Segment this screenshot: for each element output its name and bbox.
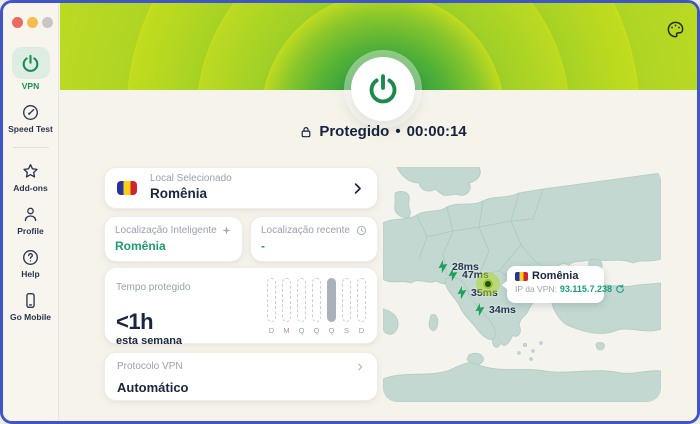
question-icon [21,247,41,267]
sidebar-item-add-ons[interactable]: Add-ons [13,161,47,193]
close-button[interactable] [12,17,23,28]
vpn-ip-value: 93.115.7.238 [560,284,612,294]
sidebar-nav: VPN Speed Test Add-ons Profile [3,47,58,333]
sidebar-item-label: Help [21,269,39,279]
sidebar-item-label: Speed Test [8,124,53,134]
lightning-icon [455,285,469,300]
bar-empty [267,278,276,322]
bar-column: Q [324,278,339,335]
ping-latency: 34ms [489,304,516,316]
sidebar-item-speed-test[interactable]: Speed Test [8,102,53,134]
lightning-icon [446,267,460,282]
sidebar-item-go-mobile[interactable]: Go Mobile [10,290,51,322]
selected-location-label: Local Selecionado [150,173,232,186]
phone-icon [21,290,41,310]
bar-column: Q [294,278,309,335]
ping-marker: 34ms [474,303,516,316]
protected-time-card: Tempo protegido <1h esta semana DMQQQSD [104,267,378,344]
protocol-value: Automático [117,380,365,395]
palette-icon [666,20,685,39]
main-area: Protegido • 00:00:14 Local Selecionado R… [60,3,697,421]
bar-column: Q [309,278,324,335]
weekly-bars: DMQQQSD [264,278,369,335]
status-label: Protegido [319,123,389,140]
session-timer: 00:00:14 [407,123,467,140]
bar-day-label: S [344,326,349,335]
window-controls [3,3,58,28]
connection-tooltip: Romênia IP da VPN: 93.115.7.238 [507,266,604,303]
status-separator: • [395,123,400,140]
romania-flag-icon [515,272,528,281]
recent-location-card[interactable]: Localização recente - [250,216,378,262]
minimize-button[interactable] [27,17,38,28]
clock-icon [356,225,367,236]
bar-empty [297,278,306,322]
sidebar-item-profile[interactable]: Profile [17,204,43,236]
lock-icon [299,125,313,139]
person-icon [20,204,40,224]
bar-empty [312,278,321,322]
recent-location-label: Localização recente [261,225,350,236]
sparkle-icon [221,225,232,236]
sidebar: VPN Speed Test Add-ons Profile [3,3,59,421]
sidebar-item-label: Profile [17,226,43,236]
bar-day-label: D [359,326,364,335]
protected-time-label: Tempo protegido [116,282,191,293]
bar-empty [357,278,366,322]
protocol-label: Protocolo VPN [117,361,183,372]
bar-column: D [264,278,279,335]
app-window: VPN Speed Test Add-ons Profile [0,0,700,424]
power-icon [367,73,399,105]
chevron-right-small-icon [355,362,365,372]
bar-empty [342,278,351,322]
smart-location-label: Localização Inteligente [115,225,217,236]
star-icon [21,161,41,181]
bar-day-label: Q [299,326,305,335]
bar-day-label: M [283,326,289,335]
connection-status: Protegido • 00:00:14 [213,123,553,140]
recent-location-value: - [261,239,367,253]
tooltip-country: Romênia [532,270,578,282]
sidebar-item-label: Go Mobile [10,312,51,322]
theme-button[interactable] [664,18,686,40]
sidebar-divider [13,147,49,148]
bar-day-label: Q [329,326,335,335]
speedometer-icon [21,102,41,122]
romania-flag-icon [117,181,137,195]
zoom-button[interactable] [42,17,53,28]
power-icon [21,53,41,73]
sidebar-item-label: VPN [22,81,39,91]
bar-column: M [279,278,294,335]
vpn-tile [12,47,50,79]
bar-day-label: D [269,326,274,335]
europe-map: 28ms 47ms 35ms 34ms Romênia [383,167,661,402]
lightning-icon [473,302,487,317]
connected-location-marker [476,272,500,296]
vpn-ip-label: IP da VPN: [515,284,557,294]
bar-day-label: Q [314,326,320,335]
sidebar-item-help[interactable]: Help [21,247,41,279]
refresh-ip-icon[interactable] [615,284,625,294]
vpn-protocol-card[interactable]: Protocolo VPN Automático [104,352,378,401]
bar-column: S [339,278,354,335]
bar-empty [282,278,291,322]
protected-time-subtitle: esta semana [116,335,366,347]
selected-location-value: Romênia [150,186,232,203]
bar-column: D [354,278,369,335]
bar-filled [327,278,336,322]
smart-location-card[interactable]: Localização Inteligente Romênia [104,216,243,262]
connect-power-button[interactable] [351,57,415,121]
smart-location-value: Romênia [115,239,232,253]
sidebar-item-label: Add-ons [13,183,47,193]
chevron-right-icon [350,181,365,196]
selected-location-card[interactable]: Local Selecionado Romênia [104,167,378,209]
sidebar-item-vpn[interactable]: VPN [12,47,50,91]
